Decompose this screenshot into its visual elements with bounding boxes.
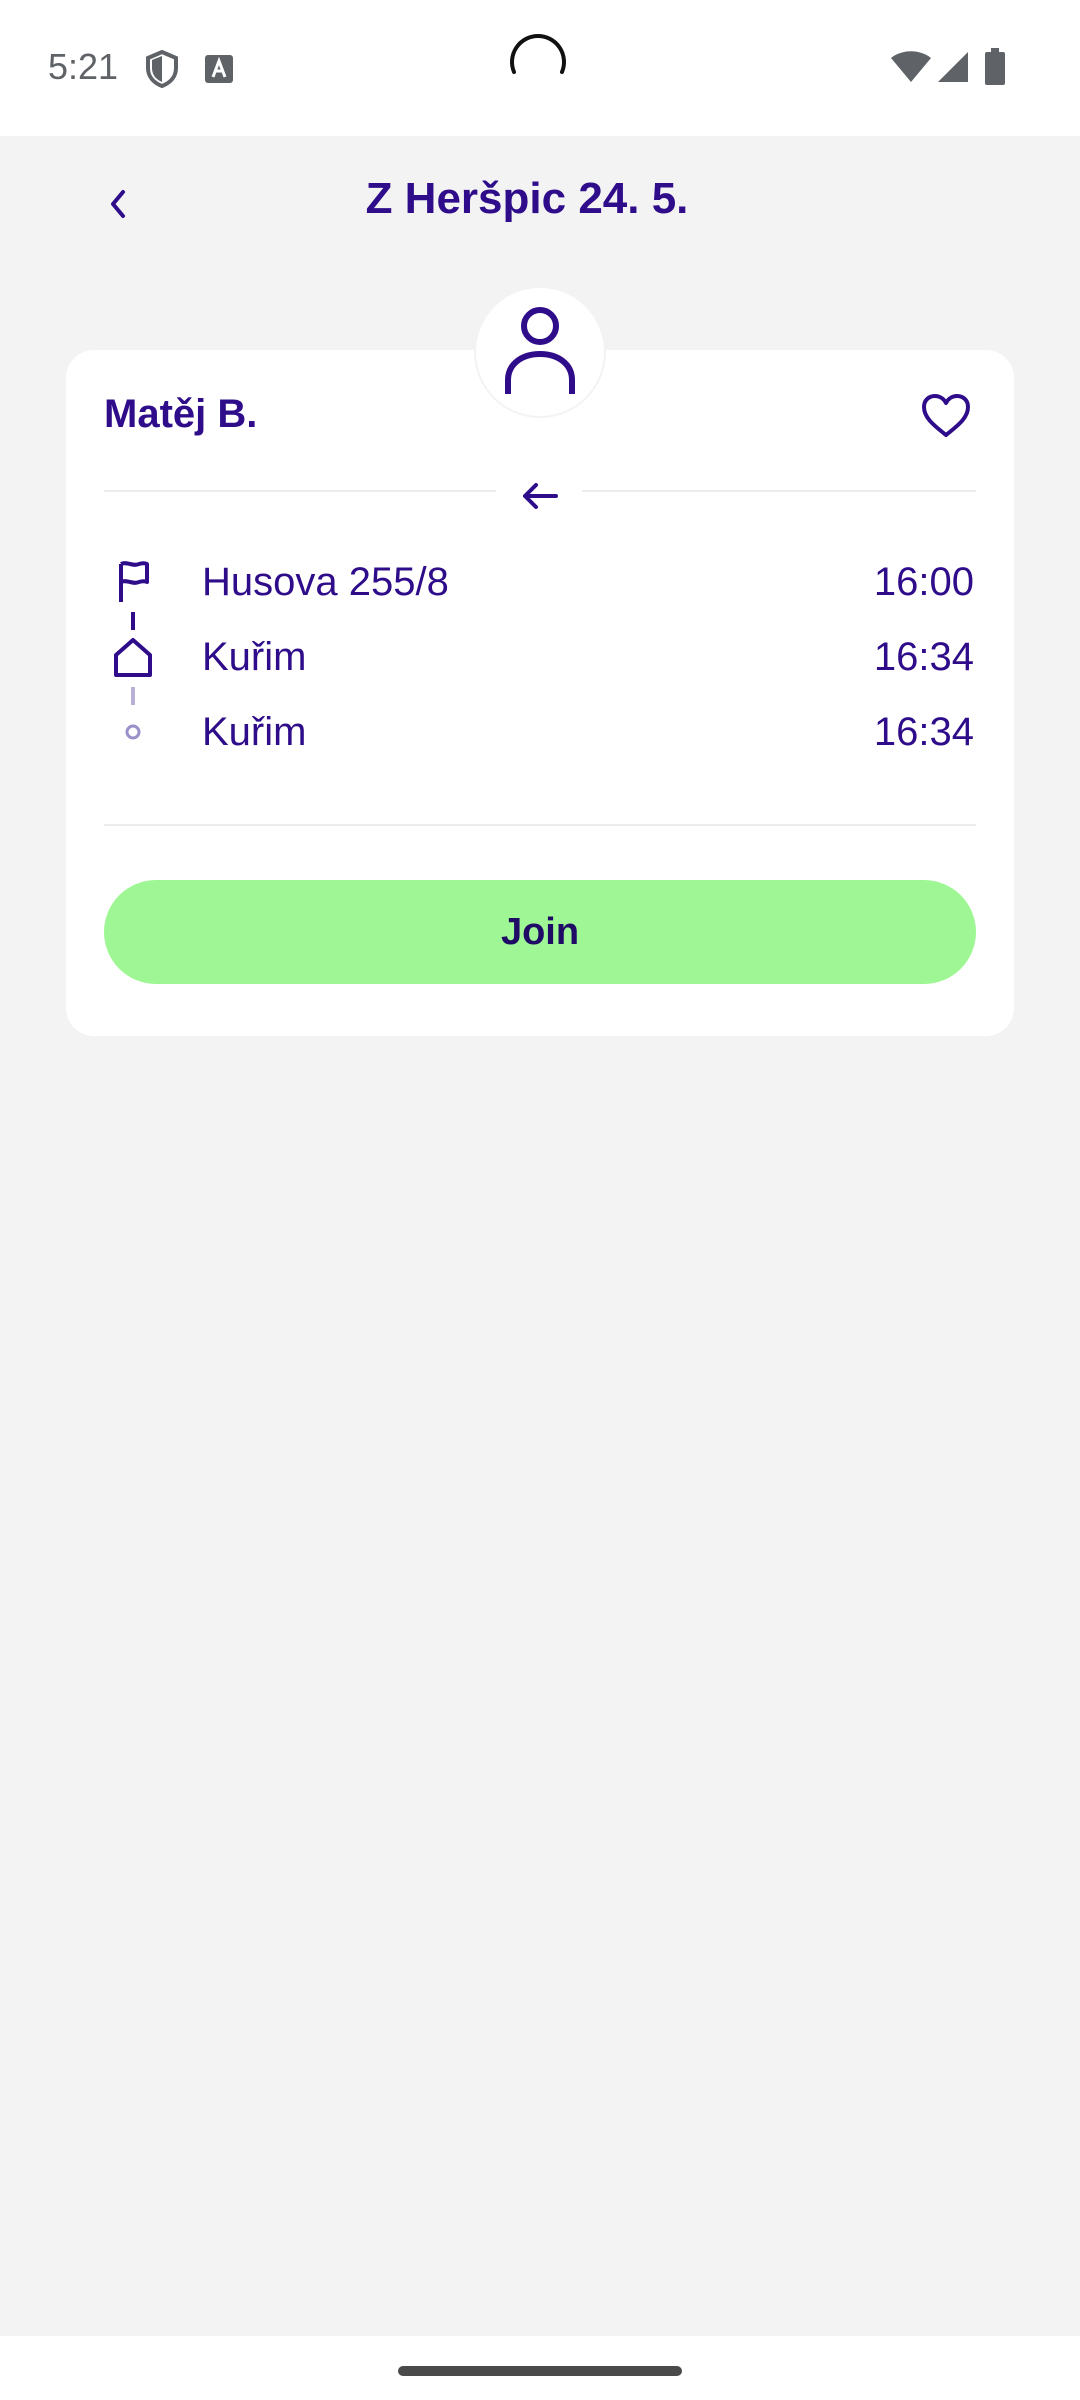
app-header: Z Heršpic 24. 5.	[0, 136, 1080, 266]
ride-card[interactable]: Matěj B. Husova 255/8 16:00 Kuřim 16:34 …	[66, 350, 1014, 1036]
shield-icon	[144, 49, 180, 93]
card-divider	[104, 824, 976, 826]
flag-icon	[104, 558, 162, 606]
navigation-bar	[0, 2336, 1080, 2400]
battery-icon	[984, 48, 1006, 91]
page-title: Z Heršpic 24. 5.	[365, 174, 689, 223]
stop-row: Husova 255/8 16:00	[66, 552, 1014, 612]
join-button[interactable]: Join	[104, 880, 976, 984]
wifi-icon	[890, 50, 932, 89]
divider-right	[582, 490, 976, 492]
stop-name: Husova 255/8	[202, 560, 449, 604]
stop-time: 16:34	[873, 710, 974, 754]
divider-left	[104, 490, 496, 492]
person-icon	[500, 302, 580, 403]
status-time: 5:21	[48, 46, 119, 87]
stop-row: Kuřim 16:34	[66, 702, 1014, 762]
avatar	[476, 288, 604, 416]
driver-name: Matěj B.	[104, 392, 258, 436]
heart-outline-icon	[920, 393, 972, 444]
home-icon	[104, 633, 162, 681]
stop-row: Kuřim 16:34	[66, 627, 1014, 687]
home-indicator[interactable]	[398, 2366, 682, 2376]
stop-name: Kuřim	[202, 710, 307, 754]
arrow-left-icon	[514, 470, 566, 522]
stop-time: 16:00	[873, 560, 974, 604]
keyboard-a-icon	[204, 54, 234, 89]
stop-name: Kuřim	[202, 635, 307, 679]
status-bar: 5:21	[0, 0, 1080, 136]
favorite-button[interactable]	[914, 386, 978, 450]
loading-spinner-icon	[506, 32, 570, 96]
stop-time: 16:34	[873, 635, 974, 679]
dot-icon	[104, 708, 162, 756]
signal-icon	[936, 50, 970, 89]
